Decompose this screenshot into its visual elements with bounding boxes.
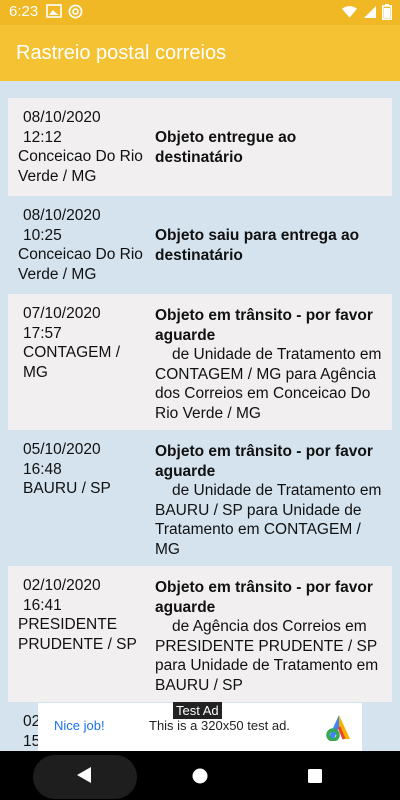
event-location: Conceicao Do Rio Verde / MG — [18, 148, 143, 185]
event-location: Conceicao Do Rio Verde / MG — [18, 246, 143, 283]
event-time: 12:12 — [23, 128, 62, 146]
ad-text[interactable]: This is a 320x50 test ad. — [149, 718, 290, 733]
tracking-list[interactable]: 08/10/2020 12:12 Conceicao Do Rio Verde … — [0, 81, 400, 751]
list-item[interactable]: 08/10/2020 10:25 Conceicao Do Rio Verde … — [8, 196, 392, 294]
at-sign-icon — [68, 4, 83, 24]
event-status: Objeto saiu para entrega ao destinatário — [155, 227, 360, 264]
event-location: BAURU / SP — [23, 480, 111, 497]
ad-nice-text[interactable]: Nice job! — [54, 718, 105, 733]
event-location: CONTAGEM / MG — [23, 344, 121, 381]
event-time: 16:48 — [23, 460, 62, 478]
wifi-icon — [341, 5, 358, 24]
home-icon[interactable] — [191, 767, 209, 790]
photo-icon — [46, 4, 62, 23]
back-icon[interactable] — [75, 765, 93, 790]
event-date: 08/10/2020 — [23, 207, 101, 224]
signal-icon — [363, 5, 377, 24]
app-bar: Rastreio postal correios — [0, 25, 400, 81]
list-item[interactable]: 05/10/2020 16:48 BAURU / SP Objeto em tr… — [8, 430, 392, 566]
ad-banner[interactable]: Test Ad Nice job! This is a 320x50 test … — [38, 702, 362, 751]
event-detail: de Unidade de Tratamento em BAURU / SP p… — [155, 482, 382, 558]
event-detail: de Unidade de Tratamento em CONTAGEM / M… — [155, 346, 382, 422]
list-item[interactable]: 08/10/2020 12:12 Conceicao Do Rio Verde … — [8, 98, 392, 196]
event-date: 02/10/2020 — [23, 577, 101, 594]
recents-icon[interactable] — [307, 768, 323, 789]
event-date: 08/10/2020 — [23, 109, 101, 126]
event-status: Objeto entregue ao destinatário — [155, 129, 297, 166]
status-time: 6:23 — [9, 3, 39, 20]
event-date: 05/10/2020 — [23, 441, 101, 458]
event-location: PRESIDENTE PRUDENTE / SP — [18, 616, 137, 653]
event-time: 10:25 — [23, 226, 62, 244]
list-item[interactable]: 07/10/2020 17:57 CONTAGEM / MG Objeto em… — [8, 294, 392, 430]
event-time: 17:57 — [23, 324, 62, 342]
event-status: Objeto em trânsito - por favor aguarde — [155, 579, 373, 616]
app-title: Rastreio postal correios — [16, 42, 227, 64]
status-bar: 6:23 — [0, 0, 400, 25]
event-time: 16:41 — [23, 596, 62, 614]
event-status: Objeto em trânsito - por favor aguarde — [155, 307, 373, 344]
ad-tag: Test Ad — [173, 702, 222, 719]
event-date: 07/10/2020 — [23, 305, 101, 322]
ad-logo-icon[interactable] — [326, 713, 352, 746]
battery-icon — [382, 4, 392, 25]
list-item[interactable]: 02/10/2020 16:41 PRESIDENTE PRUDENTE / S… — [8, 566, 392, 702]
event-status: Objeto em trânsito - por favor aguarde — [155, 443, 373, 480]
event-detail: de Agência dos Correios em PRESIDENTE PR… — [155, 618, 379, 694]
navigation-bar — [0, 751, 400, 800]
